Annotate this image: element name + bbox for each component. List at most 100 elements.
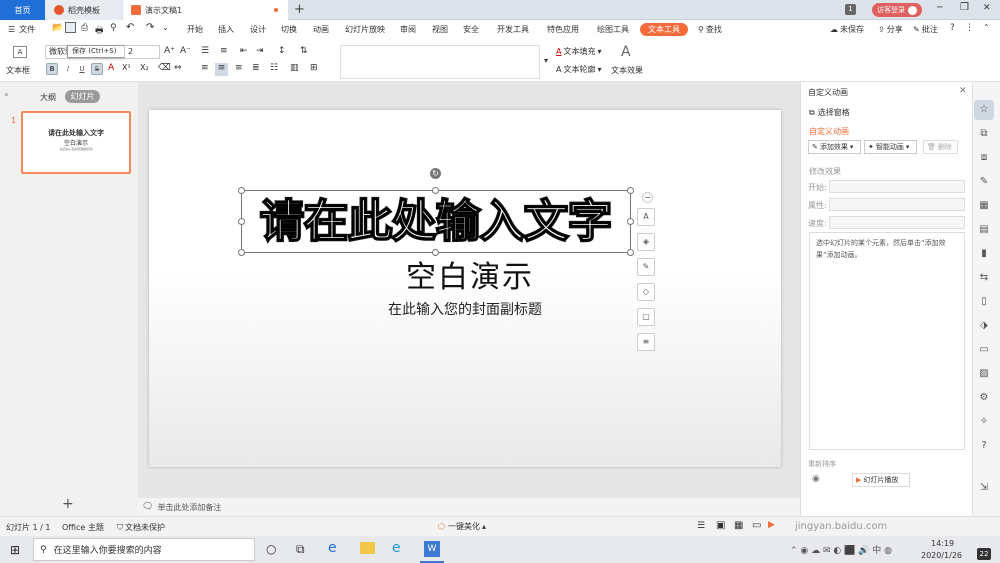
numbering-icon[interactable]: ≡: [220, 46, 228, 56]
qat-more-icon[interactable]: ⌄: [162, 23, 169, 32]
table-icon[interactable]: ▦: [974, 196, 994, 216]
file-explorer-icon[interactable]: [360, 542, 375, 554]
tab-templates[interactable]: 稻壳模板: [46, 0, 122, 20]
picture-icon[interactable]: ▨: [974, 364, 994, 384]
textbox-label[interactable]: 文本框: [6, 65, 30, 76]
layers-icon[interactable]: ◈: [637, 233, 655, 251]
menu-transition[interactable]: 切换: [281, 24, 297, 35]
tab-home[interactable]: 首页: [0, 0, 45, 20]
windows-start-icon[interactable]: ⊞: [10, 543, 20, 557]
menu-view[interactable]: 视图: [432, 24, 448, 35]
copy-icon[interactable]: ⧉: [974, 124, 994, 144]
play-slideshow-icon[interactable]: ▶: [768, 520, 775, 530]
menu-insert[interactable]: 插入: [218, 24, 234, 35]
menu-developer[interactable]: 开发工具: [497, 24, 529, 35]
theme-name[interactable]: Office 主题: [62, 522, 104, 533]
layout-icon[interactable]: ▤: [974, 220, 994, 240]
justify-icon[interactable]: ≣: [252, 63, 260, 73]
more-options-icon[interactable]: ⋮: [965, 23, 974, 33]
undo-icon[interactable]: ↶: [126, 22, 134, 33]
help-icon[interactable]: ?: [950, 23, 955, 33]
add-effect-button[interactable]: ✎ 添加效果 ▾: [808, 140, 861, 154]
slide-thumbnail[interactable]: 请在此处输入文字 空白演示 在此输入您的封面副标题: [21, 111, 131, 174]
bullets-icon[interactable]: ☰: [201, 46, 209, 56]
slide-caption[interactable]: 在此输入您的封面副标题: [330, 299, 600, 319]
collapse-tools-icon[interactable]: −: [642, 192, 653, 203]
scroll-icon[interactable]: ⇲: [974, 478, 994, 498]
menu-start[interactable]: 开始: [187, 24, 203, 35]
decrease-indent-icon[interactable]: ⇤: [240, 46, 248, 56]
panel-close-icon[interactable]: ✕: [959, 86, 967, 96]
text-direction-icon[interactable]: ⇅: [300, 46, 308, 56]
clear-format-icon[interactable]: ⌫: [158, 63, 171, 73]
shrink-font-icon[interactable]: A⁻: [180, 46, 191, 56]
smart-animation-button[interactable]: ✦ 智能动画 ▾: [864, 140, 917, 154]
menu-design[interactable]: 设计: [250, 24, 266, 35]
text-fit-icon[interactable]: A: [637, 208, 655, 226]
unsaved-status[interactable]: ☁ 未保存: [830, 24, 864, 35]
font-size-select[interactable]: 2: [124, 45, 160, 59]
rotate-handle-icon[interactable]: ↻: [430, 168, 441, 179]
comment-button[interactable]: ✎ 批注: [913, 24, 938, 35]
magic-icon[interactable]: ✧: [974, 412, 994, 432]
grow-font-icon[interactable]: A⁺: [164, 46, 175, 56]
guest-login-button[interactable]: 访客登录: [872, 3, 922, 17]
share-button[interactable]: ⇪ 分享: [878, 24, 903, 35]
search-command[interactable]: ⚲ 查找: [698, 24, 722, 35]
collapse-pane-icon[interactable]: «: [4, 90, 9, 99]
star-animation-icon[interactable]: ☆: [974, 100, 994, 120]
help-circle-icon[interactable]: ?: [974, 436, 994, 456]
template-icon[interactable]: ⬗: [974, 316, 994, 336]
menu-drawing-tools[interactable]: 绘图工具: [597, 24, 629, 35]
notes-area[interactable]: 🗨 单击此处添加备注: [138, 498, 800, 516]
document-icon[interactable]: ▯: [974, 292, 994, 312]
char-spacing-icon[interactable]: ⇔: [174, 63, 182, 73]
collapse-ribbon-icon[interactable]: ⌃: [983, 23, 990, 32]
pen-icon[interactable]: ✎: [637, 258, 655, 276]
ie-browser-icon[interactable]: e: [392, 540, 401, 556]
slide-subtitle[interactable]: 空白演示: [340, 252, 600, 296]
animation-list[interactable]: 选中幻灯片的某个元素，然后单击“添加效果”添加动画。: [809, 232, 965, 450]
play-circle-icon[interactable]: ◉: [812, 474, 820, 484]
notification-badge[interactable]: 22: [977, 548, 991, 560]
protection-status[interactable]: ⛉ 文档未保护: [117, 522, 165, 533]
select-pane-link[interactable]: ⧉ 选择窗格: [809, 107, 850, 118]
fill-icon[interactable]: ◇: [637, 283, 655, 301]
save-icon[interactable]: [65, 22, 76, 33]
font-color-icon[interactable]: A: [108, 63, 114, 73]
format-painter-icon[interactable]: ⚲: [110, 23, 117, 33]
speed-select[interactable]: [829, 216, 965, 229]
border-icon[interactable]: ▢: [637, 308, 655, 326]
cortana-icon[interactable]: ○: [266, 542, 276, 556]
align-left-icon[interactable]: ≡: [201, 63, 209, 73]
file-menu[interactable]: ☰ 文件: [8, 24, 35, 35]
taskbar-search-box[interactable]: ⚲ 在这里输入你要搜索的内容: [33, 538, 255, 561]
menu-text-tools[interactable]: 文本工具: [640, 23, 688, 36]
task-view-icon[interactable]: ⧉: [296, 542, 305, 557]
redo-icon[interactable]: ↷: [146, 22, 154, 33]
open-folder-icon[interactable]: 📂: [52, 23, 63, 33]
tray-icons[interactable]: ⌃ ◉ ☁ ✉ ◐ ⬛ 🔊 中 ◍: [790, 543, 892, 556]
vertical-align-icon[interactable]: ⊞: [310, 63, 318, 73]
text-effect-label[interactable]: 文本效果: [611, 65, 643, 76]
subscript-icon[interactable]: X₂: [140, 63, 149, 72]
menu-slideshow[interactable]: 幻灯片放映: [345, 24, 385, 35]
print-icon[interactable]: 🖶: [95, 23, 104, 39]
settings-icon[interactable]: ⚙: [974, 388, 994, 408]
increase-indent-icon[interactable]: ⇥: [256, 46, 264, 56]
tab-document[interactable]: 演示文稿1: [123, 0, 288, 20]
text-outline-button[interactable]: A 文本轮廓 ▾: [556, 64, 602, 75]
transition-icon[interactable]: ⇆: [974, 268, 994, 288]
line-spacing-icon[interactable]: ↕: [278, 46, 286, 56]
normal-view-icon[interactable]: ▣: [716, 520, 725, 531]
strikethrough-button[interactable]: S: [91, 63, 103, 75]
delete-effect-button[interactable]: 🗑 删除: [923, 140, 958, 154]
slideshow-play-button[interactable]: ▶ 幻灯片播放: [852, 473, 910, 487]
tab-slides[interactable]: 幻灯片: [65, 90, 100, 103]
print-preview-icon[interactable]: ⎙: [81, 23, 88, 33]
superscript-icon[interactable]: X²: [122, 63, 131, 72]
menu-features[interactable]: 特色应用: [547, 24, 579, 35]
reading-view-icon[interactable]: ▭: [752, 520, 761, 531]
columns-icon[interactable]: ▥: [290, 63, 299, 73]
notes-toggle-icon[interactable]: ☰: [697, 521, 705, 531]
